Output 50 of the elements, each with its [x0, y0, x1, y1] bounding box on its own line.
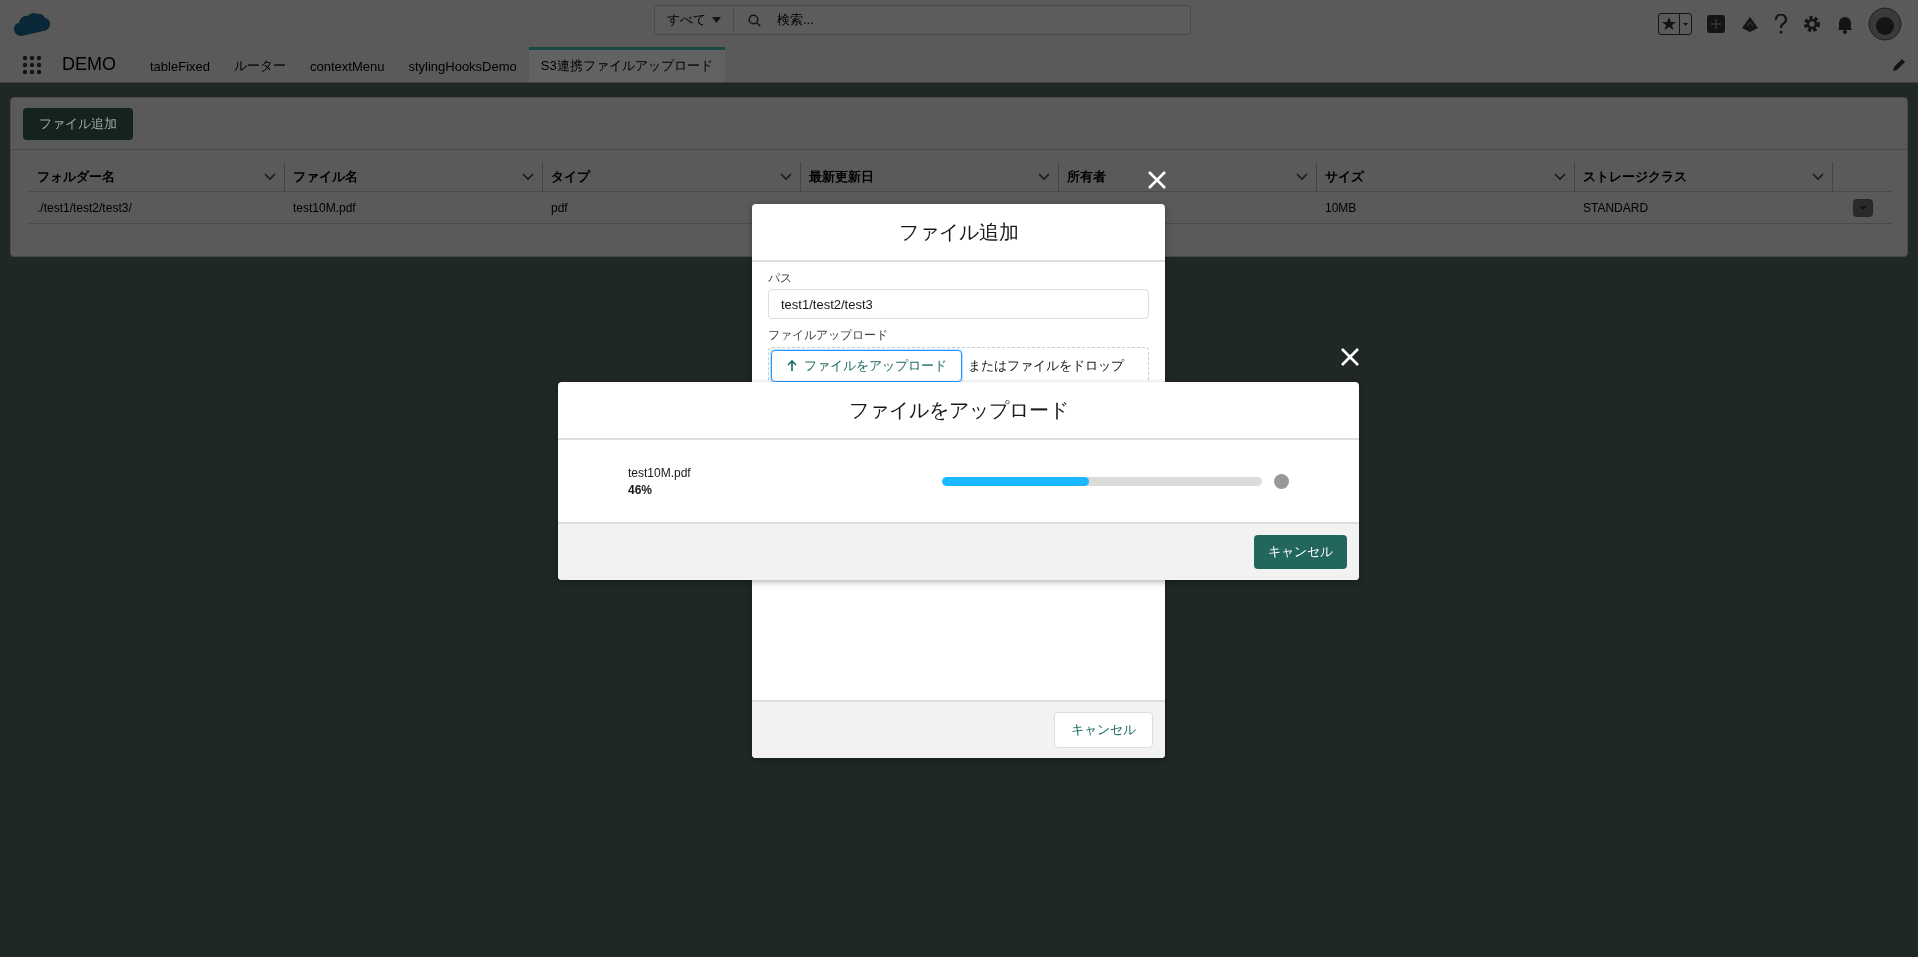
nav-tab[interactable]: S3連携ファイルアップロード [528, 47, 725, 82]
nav-tab[interactable]: stylingHooksDemo [396, 47, 529, 82]
chevron-down-icon[interactable] [1812, 172, 1824, 181]
upload-percent: 46% [628, 482, 654, 497]
app-name: DEMO [62, 53, 116, 76]
column-header[interactable]: ストレージクラス [1583, 167, 1687, 186]
chevron-down-icon[interactable] [1554, 172, 1566, 181]
column-header[interactable]: 最新更新日 [809, 167, 874, 186]
column-header[interactable]: フォルダー名 [37, 167, 115, 186]
drop-hint: またはファイルをドロップ [968, 357, 1124, 375]
column-header[interactable]: サイズ [1325, 167, 1364, 186]
table-cell: 10MB [1325, 200, 1357, 215]
chevron-down-icon[interactable] [1296, 172, 1308, 181]
dialog-title: ファイル追加 [898, 219, 1019, 245]
pencil-icon[interactable] [1892, 57, 1906, 72]
column-header[interactable]: ファイル名 [293, 167, 358, 186]
table-cell: test10M.pdf [293, 200, 356, 215]
cancel-button[interactable]: キャンセル [1254, 535, 1347, 569]
settings-icon[interactable] [1802, 13, 1822, 34]
add-file-button[interactable]: ファイル追加 [23, 107, 133, 140]
avatar-icon[interactable] [1868, 6, 1902, 41]
table-cell: STANDARD [1583, 200, 1649, 215]
nav-tab[interactable]: tableFixed [138, 47, 222, 82]
nav-tab[interactable]: ルーター [222, 47, 298, 82]
upload-icon [786, 360, 798, 372]
dialog-title: ファイルをアップロード [848, 397, 1069, 423]
app-launcher-icon[interactable] [22, 54, 42, 75]
field-label: パス [768, 270, 793, 287]
chevron-down-icon[interactable] [264, 172, 276, 181]
row-menu-icon[interactable] [1852, 198, 1873, 217]
column-header[interactable]: タイプ [551, 167, 590, 186]
chevron-down-icon[interactable] [522, 172, 534, 181]
help-icon[interactable] [1774, 13, 1788, 34]
status-dot [1274, 473, 1289, 489]
close-icon[interactable] [1340, 347, 1360, 367]
upload-button[interactable]: ファイルをアップロード [771, 350, 962, 382]
column-header[interactable]: 所有者 [1067, 167, 1106, 186]
table-cell: ./test1/test2/test3/ [37, 200, 132, 215]
path-field[interactable]: test1/test2/test3 [768, 289, 1149, 319]
plus-icon[interactable] [1706, 13, 1726, 34]
field-label: ファイルアップロード [768, 327, 889, 344]
file-name: test10M.pdf [628, 465, 691, 480]
nav-tab[interactable]: contextMenu [298, 47, 397, 82]
caret-down-icon[interactable] [1679, 13, 1691, 34]
close-icon[interactable] [1147, 170, 1167, 190]
chevron-down-icon[interactable] [780, 172, 792, 181]
chevron-down-icon[interactable] [1038, 172, 1050, 181]
table-cell: pdf [551, 200, 568, 215]
favorites-button[interactable] [1658, 12, 1692, 35]
cancel-button[interactable]: キャンセル [1054, 712, 1153, 748]
